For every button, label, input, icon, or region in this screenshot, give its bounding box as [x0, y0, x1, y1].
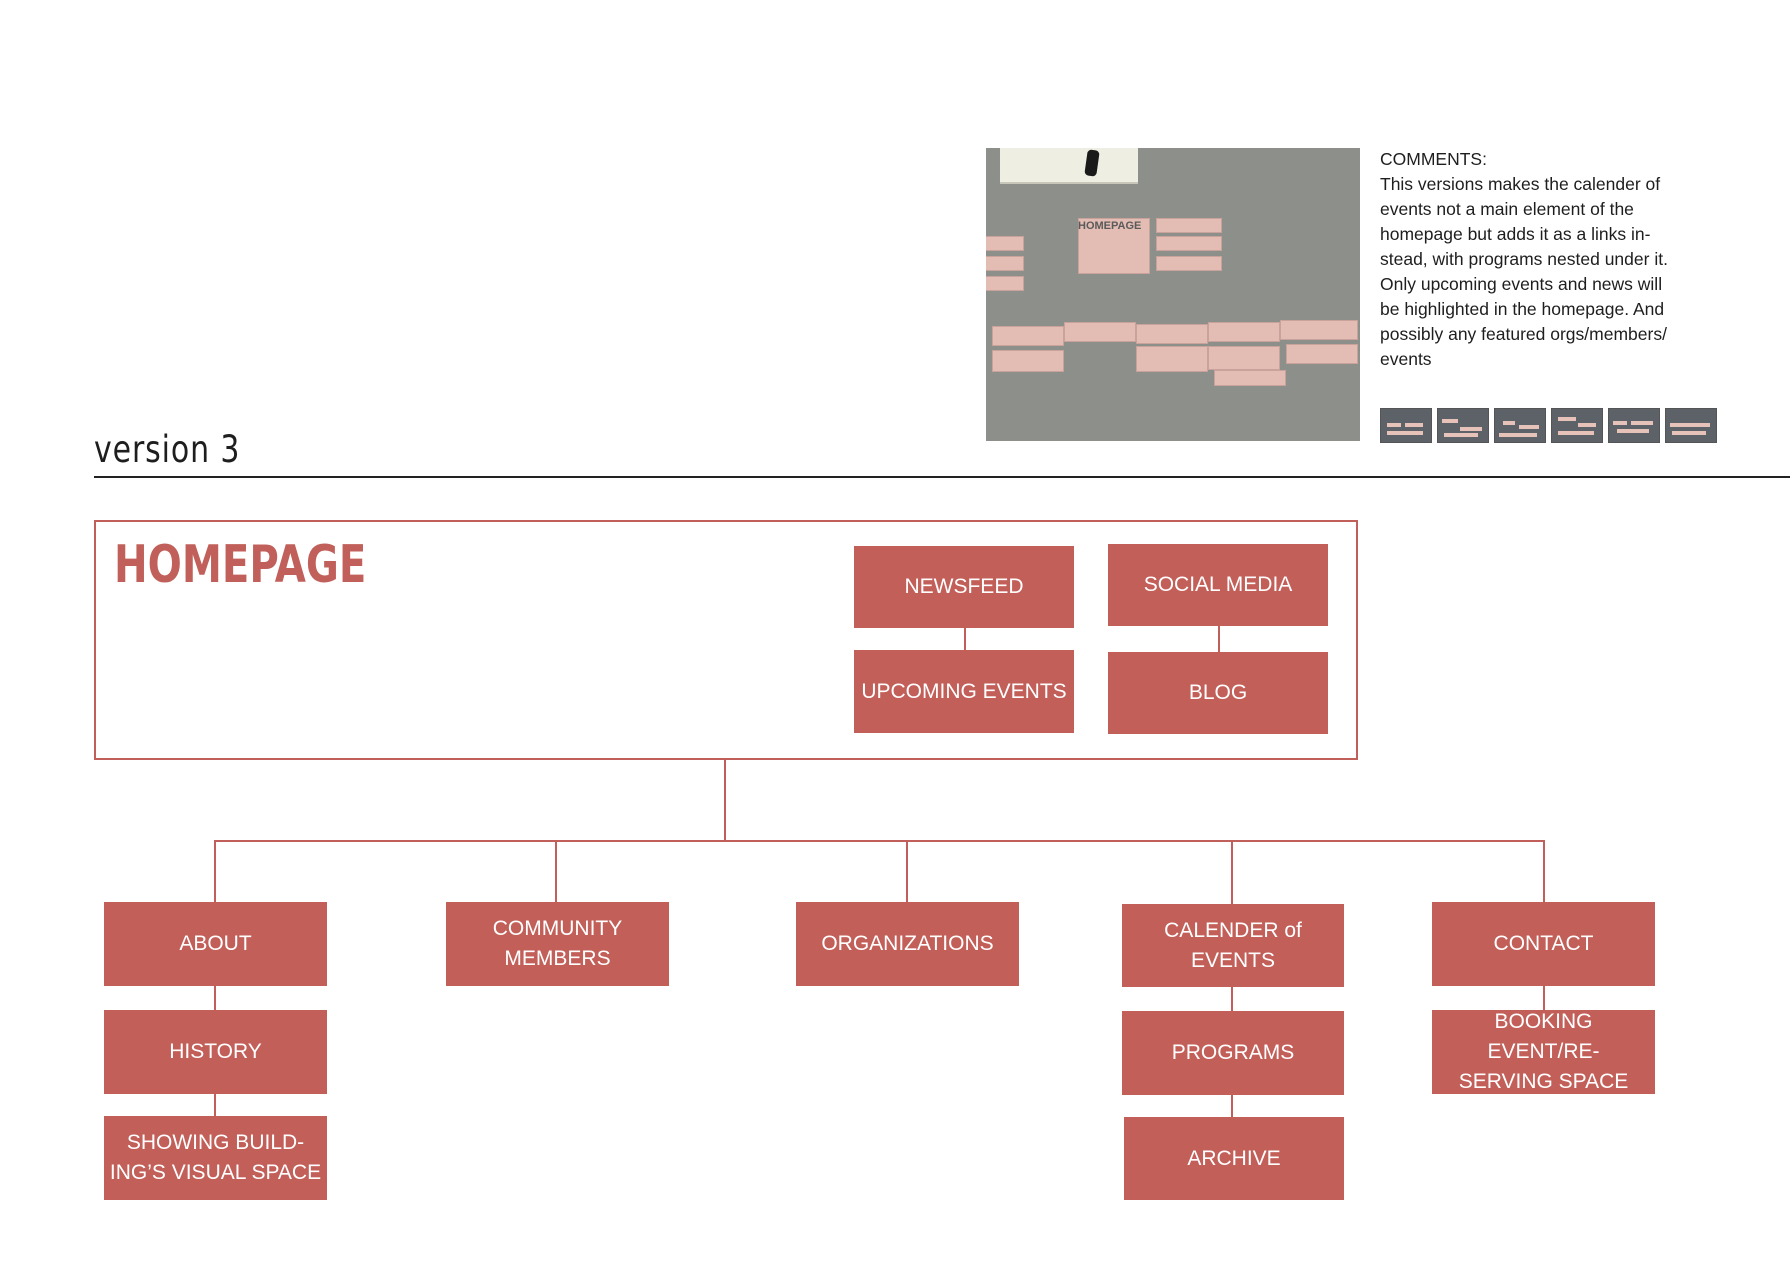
divider: [94, 476, 1790, 478]
node-organizations[interactable]: ORGANIZATIONS: [796, 902, 1019, 986]
connector-line: [964, 628, 966, 650]
comments-line: events not a main element of the: [1380, 199, 1634, 219]
thumbnail[interactable]: [1437, 408, 1489, 443]
connector-line: [906, 840, 908, 902]
comments-heading: COMMENTS:: [1380, 149, 1487, 169]
node-community-members[interactable]: COMMUNITY MEMBERS: [446, 902, 669, 986]
connector-line: [1231, 1095, 1233, 1117]
connector-line: [214, 840, 216, 902]
node-upcoming-events[interactable]: UPCOMING EVENTS: [854, 650, 1074, 733]
thumbnail[interactable]: [1665, 408, 1717, 443]
node-social-media[interactable]: SOCIAL MEDIA: [1108, 544, 1328, 626]
node-contact[interactable]: CONTACT: [1432, 902, 1655, 986]
comments-line: stead, with programs nested under it.: [1380, 249, 1668, 269]
connector-line: [1231, 987, 1233, 1011]
paper-card: [1286, 344, 1358, 364]
connector-line: [214, 1094, 216, 1116]
thumbnail[interactable]: [1608, 408, 1660, 443]
node-programs[interactable]: PROGRAMS: [1122, 1011, 1344, 1095]
paper-card: [1064, 322, 1136, 342]
node-showing-space[interactable]: SHOWING BUILD- ING’S VISUAL SPACE: [104, 1116, 327, 1200]
paper-card: [1208, 322, 1280, 342]
node-about[interactable]: ABOUT: [104, 902, 327, 986]
paper-card: [1136, 346, 1208, 372]
connector-branch: [214, 840, 1544, 842]
paper-card: [1156, 236, 1222, 251]
paper-card: [1136, 324, 1208, 344]
prototype-photo: HOMEPAGE: [986, 148, 1360, 441]
connector-trunk: [724, 760, 726, 842]
paper-card: [1280, 320, 1358, 340]
connector-line: [1231, 840, 1233, 904]
connector-line: [214, 986, 216, 1010]
paper-card: [1156, 218, 1222, 233]
paper-card: [1208, 346, 1280, 370]
node-booking[interactable]: BOOKING EVENT/RE- SERVING SPACE: [1432, 1010, 1655, 1094]
comments-line: This versions makes the calender of: [1380, 174, 1661, 194]
paper-card-label: HOMEPAGE: [1078, 220, 1142, 232]
paper-card: [992, 326, 1064, 346]
paper-card: [1156, 256, 1222, 271]
thumbnail[interactable]: [1380, 408, 1432, 443]
node-archive[interactable]: ARCHIVE: [1124, 1117, 1344, 1200]
node-history[interactable]: HISTORY: [104, 1010, 327, 1094]
connector-line: [555, 840, 557, 902]
paper-card: [992, 350, 1064, 372]
comments-line: be highlighted in the homepage. And: [1380, 299, 1665, 319]
node-calender-of-events[interactable]: CALENDER of EVENTS: [1122, 904, 1344, 987]
comments-line: homepage but adds it as a links in-: [1380, 224, 1651, 244]
connector-line: [1218, 626, 1220, 652]
comments-panel: COMMENTS: This versions makes the calend…: [1380, 147, 1720, 372]
paper-card: [986, 256, 1024, 271]
comments-line: Only upcoming events and news will: [1380, 274, 1663, 294]
homepage-title: HOMEPAGE: [114, 535, 367, 595]
node-newsfeed[interactable]: NEWSFEED: [854, 546, 1074, 628]
thumbnail[interactable]: [1494, 408, 1546, 443]
thumbnail[interactable]: [1551, 408, 1603, 443]
paper-card: [1214, 370, 1286, 386]
sitemap-page: HOMEPAGE COMMENTS: This versions makes t…: [0, 0, 1790, 1276]
paper-card: [986, 236, 1024, 251]
notebook-image: [1000, 148, 1138, 184]
paper-card: [986, 276, 1024, 291]
version-title: version 3: [94, 428, 241, 471]
thumbnail-strip: [1380, 408, 1720, 443]
comments-line: possibly any featured orgs/members/: [1380, 324, 1667, 344]
node-blog[interactable]: BLOG: [1108, 652, 1328, 734]
connector-line: [1543, 840, 1545, 902]
comments-line: events: [1380, 349, 1432, 369]
